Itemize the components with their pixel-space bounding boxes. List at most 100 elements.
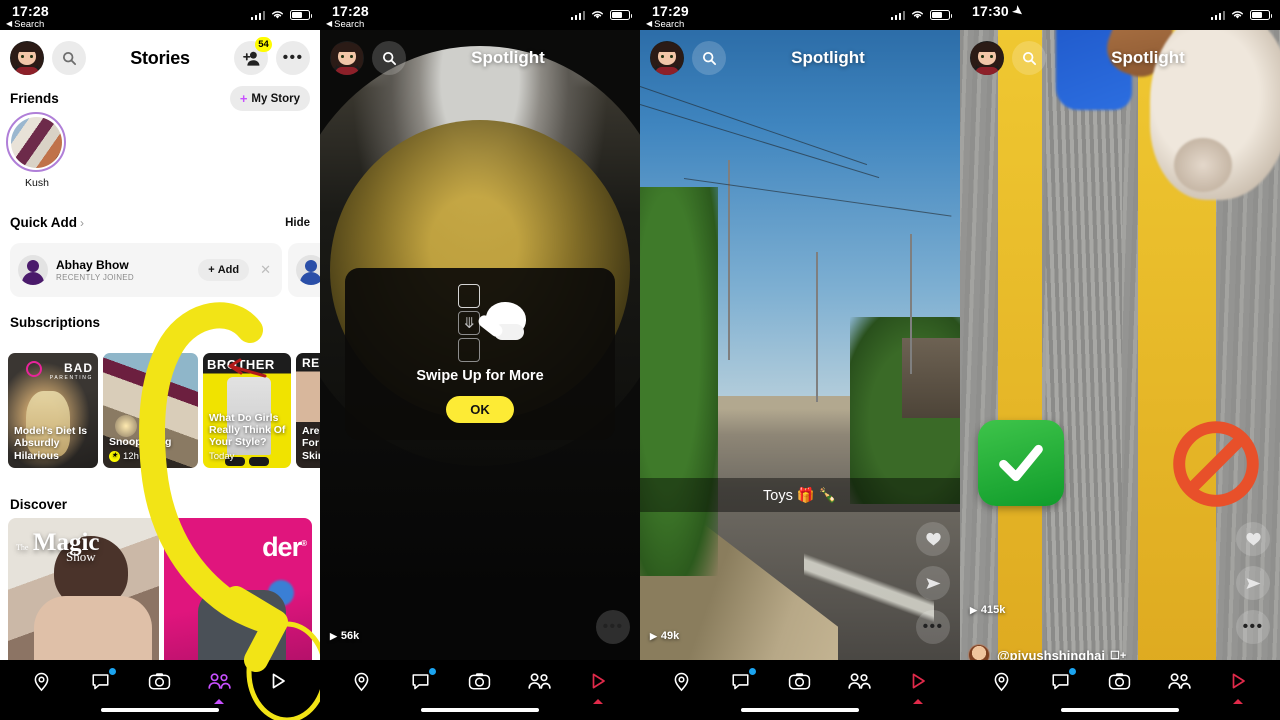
- status-back-to-search[interactable]: ◀ Search: [6, 19, 49, 30]
- more-options-button[interactable]: •••: [1236, 610, 1270, 644]
- play-triangle-icon: [272, 673, 286, 689]
- prohibited-emoji: [1173, 421, 1259, 507]
- friends-row: Kush: [0, 112, 68, 189]
- nav-spotlight-button[interactable]: [899, 666, 937, 704]
- quick-add-list: Abhay Bhow RECENTLY JOINED + Add ✕: [0, 243, 320, 297]
- wifi-icon: [592, 11, 603, 19]
- spotlight-header-2: Spotlight: [320, 30, 640, 86]
- bottom-nav-3: [640, 660, 960, 720]
- tile-brand: REF: [302, 356, 320, 370]
- active-tab-indicator: [214, 699, 225, 704]
- chat-bubble-icon: [412, 673, 429, 689]
- friend-thumbnail: [10, 116, 62, 168]
- add-friend-button[interactable]: 54: [234, 37, 272, 75]
- add-friend-icon: [242, 51, 259, 66]
- location-arrow-icon: ➤: [1009, 2, 1027, 20]
- play-triangle-icon: [1232, 673, 1246, 689]
- chat-unread-badge: [1068, 668, 1076, 675]
- avatar: [18, 255, 48, 285]
- subscription-tile[interactable]: REF Are Y To Ris For "R Skin?: [296, 353, 320, 468]
- nav-map-button[interactable]: [663, 666, 701, 696]
- status-bar-2: 17:28 ◀ Search: [320, 0, 640, 30]
- quick-add-label[interactable]: Quick Add ›: [10, 215, 84, 230]
- nav-stories-button[interactable]: [840, 666, 878, 696]
- friends-icon: [208, 673, 231, 689]
- back-triangle-icon: ◀: [6, 19, 13, 29]
- subscription-tile[interactable]: BAD PARENTING Model's Diet Is Absurdly H…: [8, 353, 98, 468]
- nav-spotlight-button[interactable]: [579, 666, 617, 704]
- discover-tile[interactable]: The Magic Show: [8, 518, 160, 668]
- like-button[interactable]: [1236, 522, 1270, 556]
- nav-stories-button[interactable]: [520, 666, 558, 696]
- nav-chat-button[interactable]: [722, 666, 760, 696]
- nav-chat-button[interactable]: [82, 666, 120, 696]
- more-options-button[interactable]: •••: [596, 610, 630, 644]
- view-count: ▶ 49k: [650, 630, 680, 642]
- share-button[interactable]: [916, 566, 950, 600]
- my-story-button[interactable]: + My Story: [229, 86, 310, 111]
- nav-map-button[interactable]: [343, 666, 381, 696]
- ok-button[interactable]: OK: [446, 396, 514, 423]
- tile-caption: Are Y To Ris For "R Skin?: [302, 424, 320, 462]
- like-button[interactable]: [916, 522, 950, 556]
- tile-brand: The Magic Show: [16, 529, 100, 564]
- spotlight-video-background[interactable]: [640, 0, 960, 720]
- location-pin-icon: [994, 672, 1009, 691]
- friend-name: Kush: [25, 177, 49, 189]
- avatar[interactable]: [970, 41, 1004, 75]
- home-indicator: [1061, 707, 1179, 712]
- panel-stories: 17:28 ◀ Search Stories 54 ••• Friends + …: [0, 0, 320, 720]
- nav-chat-button[interactable]: [402, 666, 440, 696]
- bottom-nav-4: [960, 660, 1280, 720]
- nav-camera-button[interactable]: [781, 666, 819, 696]
- discover-tile[interactable]: der®: [164, 518, 312, 668]
- quick-add-row[interactable]: Abhay Bhow RECENTLY JOINED + Add ✕: [10, 243, 282, 297]
- nav-camera-button[interactable]: [461, 666, 499, 696]
- heart-icon: [925, 532, 941, 546]
- nav-camera-button[interactable]: [141, 666, 179, 696]
- spotlight-caption: Toys 🎁 🍾: [640, 478, 960, 512]
- nav-camera-button[interactable]: [1101, 666, 1139, 696]
- hide-button[interactable]: Hide: [285, 217, 310, 229]
- nav-spotlight-button[interactable]: [1219, 666, 1257, 704]
- nav-stories-button[interactable]: [1160, 666, 1198, 696]
- check-mark-emoji: [978, 420, 1064, 506]
- search-button[interactable]: [52, 41, 86, 75]
- nav-map-button[interactable]: [23, 666, 61, 696]
- tile-caption: Model's Diet Is Absurdly Hilarious: [14, 424, 88, 462]
- avatar[interactable]: [330, 41, 364, 75]
- play-triangle-icon: ▶: [330, 630, 337, 641]
- plus-icon: +: [208, 264, 215, 276]
- spotlight-video-background[interactable]: [960, 0, 1280, 720]
- nav-chat-button[interactable]: [1042, 666, 1080, 696]
- share-button[interactable]: [1236, 566, 1270, 600]
- page-title: Spotlight: [1111, 48, 1185, 67]
- status-back-to-search[interactable]: ◀ Search: [326, 19, 369, 30]
- avatar[interactable]: [650, 41, 684, 75]
- more-options-button[interactable]: •••: [916, 610, 950, 644]
- avatar[interactable]: [10, 41, 44, 75]
- close-icon[interactable]: ✕: [257, 262, 274, 278]
- panel-spotlight-pot: 17:28 ◀ Search Spotlight ⤋ Swipe Up for …: [320, 0, 640, 720]
- nav-map-button[interactable]: [983, 666, 1021, 696]
- caption-text: Toys 🎁 🍾: [763, 487, 837, 504]
- camera-icon: [469, 672, 491, 690]
- quick-add-row[interactable]: [288, 243, 320, 297]
- status-back-to-search[interactable]: ◀ Search: [646, 19, 689, 30]
- friends-icon: [848, 673, 871, 689]
- subscription-tile[interactable]: BROTHER What Do Girls Really Think Of Yo…: [203, 353, 291, 468]
- swipe-up-hand-icon: ⤋: [430, 284, 530, 362]
- play-triangle-icon: ▶: [970, 604, 977, 615]
- back-triangle-icon: ◀: [326, 19, 333, 29]
- subscription-tile[interactable]: Snoop Dogg ★ 12h ago: [103, 353, 198, 468]
- friend-story-kush[interactable]: Kush: [6, 112, 68, 189]
- add-user-button[interactable]: + Add: [198, 259, 250, 281]
- avatar: [296, 255, 320, 285]
- nav-spotlight-button[interactable]: [259, 666, 297, 696]
- nav-stories-button[interactable]: [200, 666, 238, 704]
- location-pin-icon: [354, 672, 369, 691]
- subscriptions-section-row: Subscriptions: [0, 315, 320, 330]
- more-options-button[interactable]: •••: [276, 41, 310, 75]
- page-title: Spotlight: [791, 48, 865, 67]
- chat-bubble-icon: [732, 673, 749, 689]
